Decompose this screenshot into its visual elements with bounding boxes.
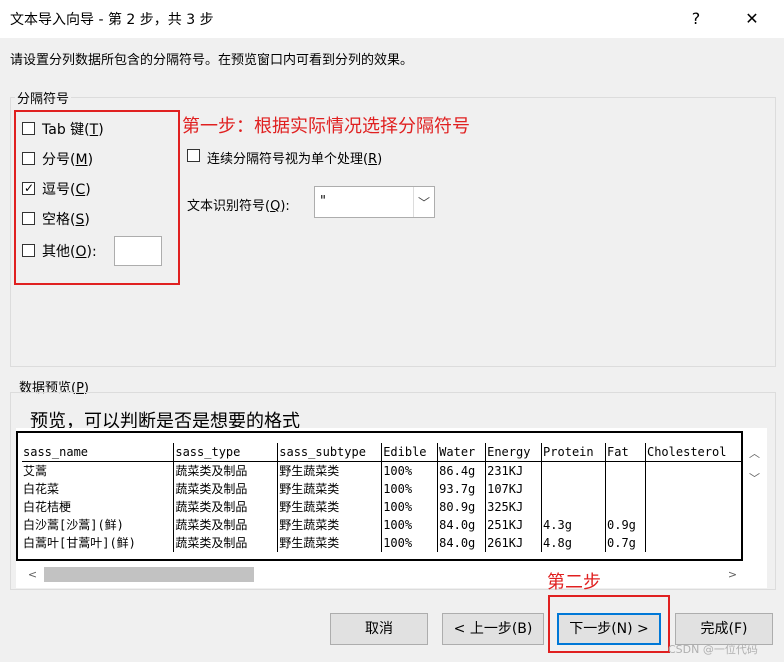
other-checkbox[interactable] [22,244,35,257]
text-qualifier-label: 文本识别符号(Q): [187,199,290,214]
horizontal-scrollbar-thumb[interactable] [44,567,254,582]
scroll-right-arrow[interactable]: > [724,566,741,583]
next-button[interactable]: 下一步(N) > [557,613,661,645]
text-qualifier-select[interactable]: " ﹀ [314,186,435,218]
tab-checkbox[interactable] [22,122,35,135]
tab-label: Tab 键(T) [42,122,104,138]
cancel-button[interactable]: 取消 [330,613,428,645]
semicolon-checkbox[interactable] [22,152,35,165]
close-icon: ✕ [745,9,759,28]
comma-label: 逗号(C) [42,182,91,198]
comma-checkbox[interactable]: ✓ [22,181,35,195]
scroll-up-arrow[interactable]: ︿ [746,445,763,462]
other-delimiter-input[interactable] [114,236,162,266]
consecutive-checkbox[interactable] [187,149,200,162]
consecutive-label: 连续分隔符号视为单个处理(R) [207,152,383,167]
checkmark-icon: ✓ [24,181,35,195]
text-qualifier-value: " [320,194,326,209]
instruction-text: 请设置分列数据所包含的分隔符号。在预览窗口内可看到分列的效果。 [10,53,414,68]
help-icon: ? [691,9,701,28]
scroll-down-arrow[interactable]: ﹀ [746,470,763,487]
preview-highlight-box [16,431,743,561]
window-title: 文本导入向导 - 第 2 步，共 3 步 [10,12,214,28]
help-button[interactable]: ? [682,6,710,32]
space-checkbox[interactable] [22,212,35,225]
step2-annotation: 第二步 [547,572,601,593]
watermark-text: CSDN @一位代码 [668,643,758,656]
step1-annotation: 第一步：根据实际情况选择分隔符号 [182,116,470,137]
other-label: 其他(O): [42,244,97,260]
space-label: 空格(S) [42,212,90,228]
close-button[interactable]: ✕ [738,6,766,32]
delimiters-group-title: 分隔符号 [15,88,72,107]
chevron-down-icon[interactable]: ﹀ [413,187,434,217]
back-button[interactable]: < 上一步(B) [442,613,544,645]
scroll-left-arrow[interactable]: < [24,566,41,583]
semicolon-label: 分号(M) [42,152,94,168]
